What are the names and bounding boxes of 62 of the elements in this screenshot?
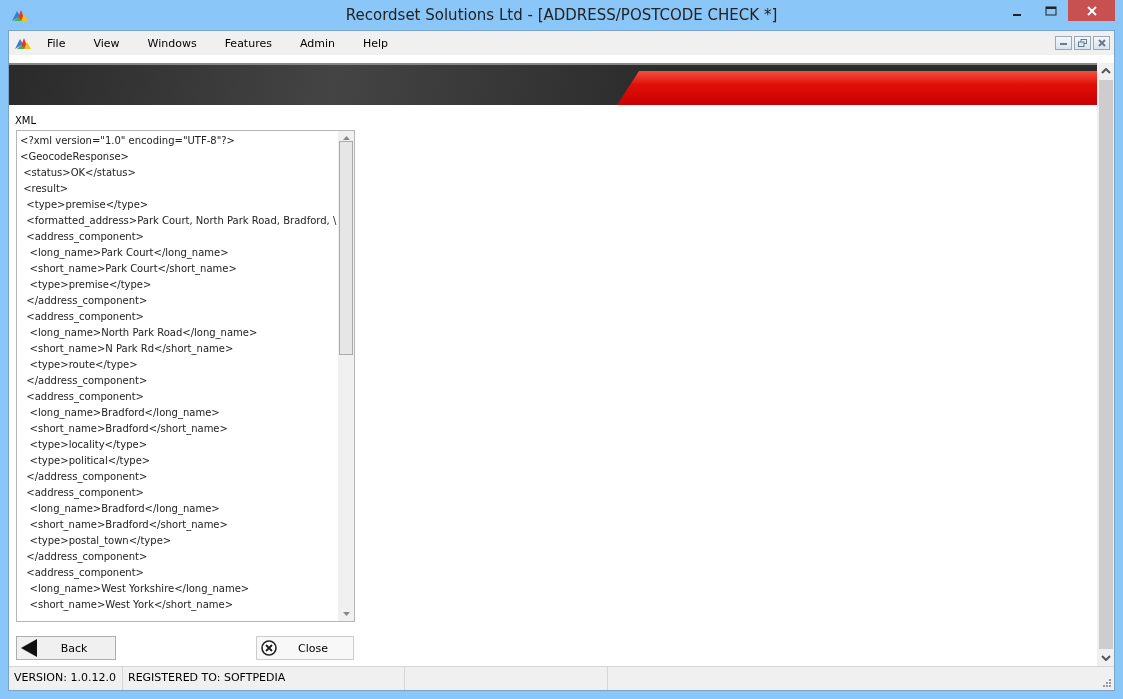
menu-item[interactable]: Admin xyxy=(285,36,349,50)
app-logo-icon xyxy=(12,9,28,21)
code-line: </address_component> xyxy=(25,470,149,485)
xml-text-area[interactable] xyxy=(16,130,355,622)
close-icon xyxy=(1086,5,1097,16)
minimize-icon xyxy=(1060,41,1067,45)
code-line: <short_name>West York</short_name> xyxy=(28,598,235,613)
scroll-up-icon[interactable] xyxy=(1100,68,1111,74)
code-line: <short_name>Bradford</short_name> xyxy=(28,518,229,533)
code-line: <type>postal_town</type> xyxy=(28,534,173,549)
code-line: <long_name>Bradford</long_name> xyxy=(28,502,221,517)
code-line: <type>premise</type> xyxy=(28,278,153,292)
scrollbar[interactable] xyxy=(338,131,354,621)
restore-button[interactable] xyxy=(1074,36,1091,50)
code-line: <long_name>Park Court</long_name> xyxy=(28,246,230,261)
close-button[interactable]: Close xyxy=(256,636,354,660)
code-line: <short_name>Park Court</short_name> xyxy=(28,262,238,277)
code-line: <address_component> xyxy=(25,486,145,501)
menu-item[interactable]: Help xyxy=(349,36,403,50)
scroll-down-icon[interactable] xyxy=(342,612,350,616)
code-line: <address_component> xyxy=(25,566,145,581)
code-line: <address_component> xyxy=(25,230,145,245)
code-line: <long_name>North Park Road</long_name> xyxy=(28,326,259,341)
menu-item[interactable]: File xyxy=(33,36,80,50)
code-line: <status>OK</status> xyxy=(22,166,137,180)
code-line: <formatted_address>Park Court, North Park Road, Bradford, \ xyxy=(25,214,338,229)
menu-item[interactable]: View xyxy=(79,36,134,50)
code-line: </address_component> xyxy=(25,374,149,389)
code-line: <?xml version="1.0" encoding="UTF-8"?> xyxy=(20,134,236,148)
version-text: VERSION: 1.0.12.0 xyxy=(9,667,123,690)
xml-label: XML xyxy=(15,115,37,126)
code-line: </address_component> xyxy=(25,294,149,309)
window-title: Recordset Solutions Ltd - [ADDRESS/POSTCODE CHECK *] xyxy=(345,6,778,24)
app-logo-icon xyxy=(15,37,31,49)
close-button[interactable] xyxy=(1068,0,1115,21)
code-line: <short_name>Bradford</short_name> xyxy=(28,422,229,437)
code-line: <type>political</type> xyxy=(28,454,152,468)
code-line: <long_name>West Yorkshire</long_name> xyxy=(28,582,251,597)
code-line: <address_component> xyxy=(25,310,145,325)
close-icon[interactable] xyxy=(1093,36,1110,50)
maximize-icon xyxy=(1045,5,1057,16)
menu-item[interactable]: Features xyxy=(210,36,286,50)
code-line: <address_component> xyxy=(25,390,145,405)
back-button[interactable]: Back xyxy=(16,636,116,660)
code-line: <GeocodeResponse> xyxy=(20,150,130,164)
restore-icon xyxy=(1078,39,1087,47)
code-line: </address_component> xyxy=(25,550,149,565)
code-line: <result> xyxy=(22,182,70,196)
close-circle-icon xyxy=(261,640,277,656)
menu-item[interactable]: Windows xyxy=(133,36,211,50)
code-line: <type>route</type> xyxy=(28,358,139,372)
code-line: <type>locality</type> xyxy=(28,438,149,452)
resize-grip-icon[interactable] xyxy=(1103,679,1111,687)
minimize-button[interactable] xyxy=(1055,36,1072,50)
registration-text: REGISTERED TO: SOFTPEDIA xyxy=(123,667,405,690)
scroll-down-icon[interactable] xyxy=(1100,655,1111,661)
code-line: <short_name>N Park Rd</short_name> xyxy=(28,342,235,357)
code-line: <long_name>Bradford</long_name> xyxy=(28,406,221,421)
minimize-icon xyxy=(1013,13,1021,16)
scrollbar[interactable] xyxy=(1097,63,1114,666)
back-arrow-icon xyxy=(21,639,37,657)
code-line: <type>premise</type> xyxy=(25,198,150,212)
